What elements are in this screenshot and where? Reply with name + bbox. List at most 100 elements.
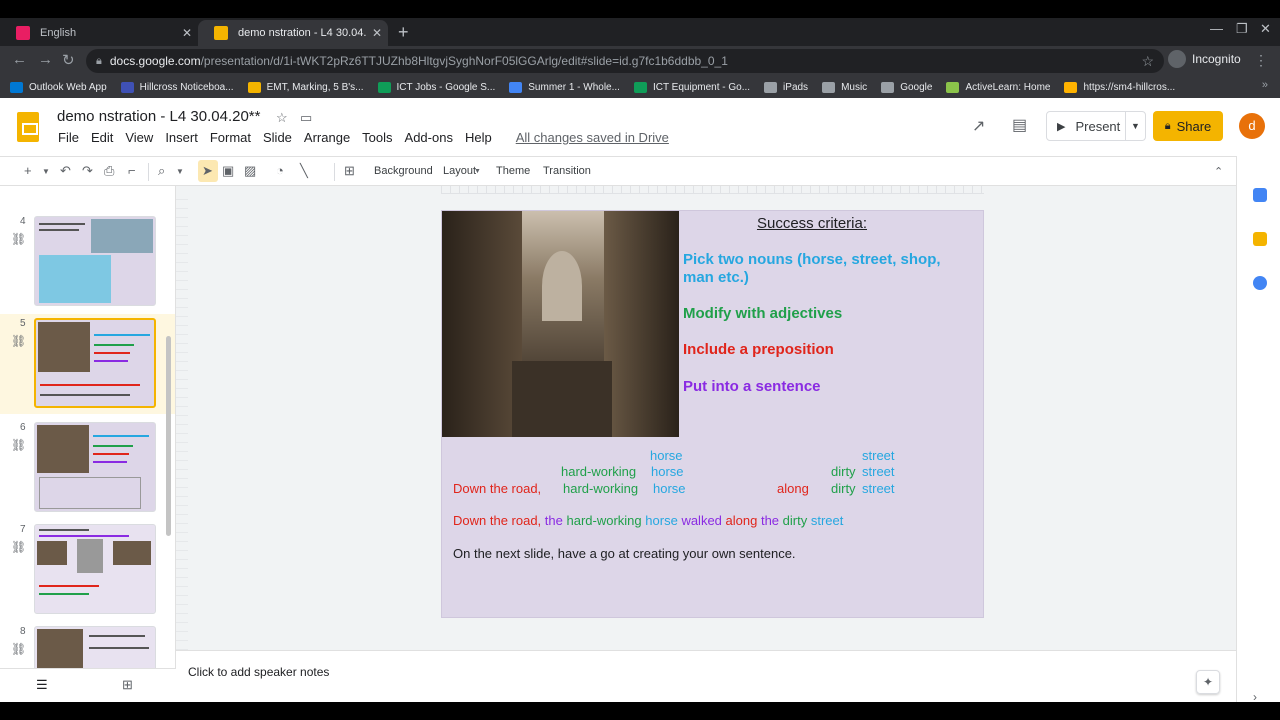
word-street[interactable]: street xyxy=(862,448,895,463)
word-along[interactable]: along xyxy=(777,481,809,496)
current-slide[interactable]: Success criteria: Pick two nouns (horse,… xyxy=(441,210,984,618)
add-comment-icon[interactable]: ⊞ xyxy=(344,163,355,179)
slide-thumbnail-5[interactable]: 5 ⛓ xyxy=(0,314,175,414)
word-horse[interactable]: horse xyxy=(650,448,683,463)
bookmark-outlook[interactable]: Outlook Web App xyxy=(10,81,107,93)
chevron-down-icon[interactable]: ▼ xyxy=(176,167,184,176)
word-street[interactable]: street xyxy=(862,481,895,496)
chevron-down-icon[interactable]: ▼ xyxy=(42,167,50,176)
image-icon[interactable]: ▨ xyxy=(244,163,256,179)
bookmark-star-icon[interactable]: ☆ xyxy=(1141,53,1154,70)
layout-button[interactable]: Layout xyxy=(443,165,476,177)
bookmark-google[interactable]: Google xyxy=(881,81,932,93)
menu-file[interactable]: File xyxy=(52,130,85,145)
tasks-icon[interactable] xyxy=(1253,276,1267,290)
menu-tools[interactable]: Tools xyxy=(356,130,398,145)
menu-help[interactable]: Help xyxy=(459,130,498,145)
tab-english[interactable]: English ✕ xyxy=(0,20,198,46)
activity-trend-icon[interactable]: ↗ xyxy=(972,116,985,136)
menu-addons[interactable]: Add-ons xyxy=(399,130,459,145)
word-horse[interactable]: horse xyxy=(651,464,684,479)
minimize-icon[interactable]: — xyxy=(1210,21,1223,36)
calendar-icon[interactable] xyxy=(1253,188,1267,202)
bookmark-sm4[interactable]: https://sm4-hillcros... xyxy=(1064,81,1175,93)
slides-logo-icon[interactable] xyxy=(17,112,39,142)
transition-button[interactable]: Transition xyxy=(543,165,591,177)
word-dirty[interactable]: dirty xyxy=(831,464,856,479)
filmstrip-view-icon[interactable]: ☰ xyxy=(36,677,48,693)
redo-icon[interactable]: ↷ xyxy=(82,163,93,179)
move-to-folder-icon[interactable]: ▭ xyxy=(300,110,312,126)
bookmark-ipads[interactable]: iPads xyxy=(764,81,808,93)
keep-icon[interactable] xyxy=(1253,232,1267,246)
menu-insert[interactable]: Insert xyxy=(159,130,204,145)
menu-edit[interactable]: Edit xyxy=(85,130,119,145)
bookmark-ict-equipment[interactable]: ICT Equipment - Go... xyxy=(633,81,750,93)
word-dirty[interactable]: dirty xyxy=(831,481,856,496)
speaker-notes[interactable]: Click to add speaker notes xyxy=(176,650,1236,702)
menu-format[interactable]: Format xyxy=(204,130,257,145)
address-bar[interactable]: 🔒︎ docs.google.com /presentation/d/1i-tW… xyxy=(86,49,1164,73)
present-button[interactable]: ▶ Present ▼ xyxy=(1046,111,1146,141)
filmstrip-scrollbar[interactable] xyxy=(166,336,171,536)
theme-button[interactable]: Theme xyxy=(496,165,530,177)
shape-icon[interactable]: ◔ xyxy=(276,163,284,178)
browser-menu-icon[interactable]: ⋮ xyxy=(1254,52,1268,69)
share-button[interactable]: 🔒︎ Share xyxy=(1153,111,1223,141)
close-icon[interactable]: ✕ xyxy=(176,26,198,40)
menu-slide[interactable]: Slide xyxy=(257,130,298,145)
word-hard-working[interactable]: hard-working xyxy=(563,481,638,496)
forward-icon[interactable]: → xyxy=(38,51,53,68)
step-pick-nouns[interactable]: Pick two nouns (horse, street, shop, man… xyxy=(683,251,963,287)
example-sentence[interactable]: Down the road, the hard-working horse wa… xyxy=(453,513,843,528)
chevron-down-icon[interactable]: ▼ xyxy=(1125,112,1145,140)
zoom-icon[interactable]: ⌕ xyxy=(158,163,165,179)
print-icon[interactable]: ⎙ xyxy=(104,163,114,179)
new-slide-icon[interactable]: + xyxy=(24,163,32,178)
success-criteria-title[interactable]: Success criteria: xyxy=(752,215,872,232)
slide-thumbnail-6[interactable]: 6 ⛓ xyxy=(0,422,175,514)
word-street[interactable]: street xyxy=(862,464,895,479)
menu-arrange[interactable]: Arrange xyxy=(298,130,356,145)
explore-icon[interactable]: ✦ xyxy=(1196,670,1220,694)
select-cursor-icon[interactable]: ➤ xyxy=(202,163,213,179)
comment-icon[interactable]: ▤ xyxy=(1012,115,1027,135)
avatar[interactable]: d xyxy=(1239,113,1265,139)
window-close-icon[interactable]: ✕ xyxy=(1260,21,1271,37)
chevron-right-icon[interactable]: › xyxy=(1253,690,1257,702)
back-icon[interactable]: ← xyxy=(12,51,27,68)
bookmark-ict-jobs[interactable]: ICT Jobs - Google S... xyxy=(377,81,495,93)
text-box-icon[interactable]: ▣ xyxy=(222,163,234,179)
save-status[interactable]: All changes saved in Drive xyxy=(510,130,675,145)
menu-view[interactable]: View xyxy=(119,130,159,145)
close-icon[interactable]: ✕ xyxy=(366,26,388,40)
bookmark-hillcross[interactable]: Hillcross Noticeboa... xyxy=(120,81,234,93)
bookmark-summer[interactable]: Summer 1 - Whole... xyxy=(509,81,620,93)
undo-icon[interactable]: ↶ xyxy=(60,163,71,179)
background-button[interactable]: Background xyxy=(374,165,433,177)
instruction-text[interactable]: On the next slide, have a go at creating… xyxy=(453,546,796,561)
step-put-into-sentence[interactable]: Put into a sentence xyxy=(683,378,821,395)
maximize-icon[interactable]: ❐ xyxy=(1236,21,1248,37)
grid-view-icon[interactable]: ⊞ xyxy=(122,677,133,693)
incognito-indicator[interactable]: Incognito xyxy=(1168,50,1241,68)
star-icon[interactable]: ☆ xyxy=(276,110,288,126)
tab-slides[interactable]: demo nstration - L4 30.04.20** ✕ xyxy=(198,20,388,46)
step-modify-adjectives[interactable]: Modify with adjectives xyxy=(683,305,842,322)
step-include-preposition[interactable]: Include a preposition xyxy=(683,341,834,358)
bookmark-music[interactable]: Music xyxy=(822,81,867,93)
chevron-up-icon[interactable]: ⌃ xyxy=(1214,165,1223,178)
street-photo[interactable] xyxy=(442,211,679,437)
slide-thumbnail-8[interactable]: 8 ⛓ xyxy=(0,626,175,668)
document-title[interactable]: demo nstration - L4 30.04.20** xyxy=(57,108,260,125)
phrase-down-the-road[interactable]: Down the road, xyxy=(453,481,541,496)
bookmarks-overflow-icon[interactable]: » xyxy=(1262,79,1268,91)
slide-thumbnail-7[interactable]: 7 ⛓ xyxy=(0,524,175,616)
slide-thumbnail-4[interactable]: 4 ⛓ xyxy=(0,216,175,308)
new-tab-icon[interactable]: + xyxy=(398,22,409,43)
line-icon[interactable]: ╲ xyxy=(300,163,308,179)
word-hard-working[interactable]: hard-working xyxy=(561,464,636,479)
paint-format-icon[interactable]: ⌐ xyxy=(128,163,136,178)
reload-icon[interactable]: ↻ xyxy=(62,51,75,69)
bookmark-activelearn[interactable]: ActiveLearn: Home xyxy=(946,81,1050,93)
